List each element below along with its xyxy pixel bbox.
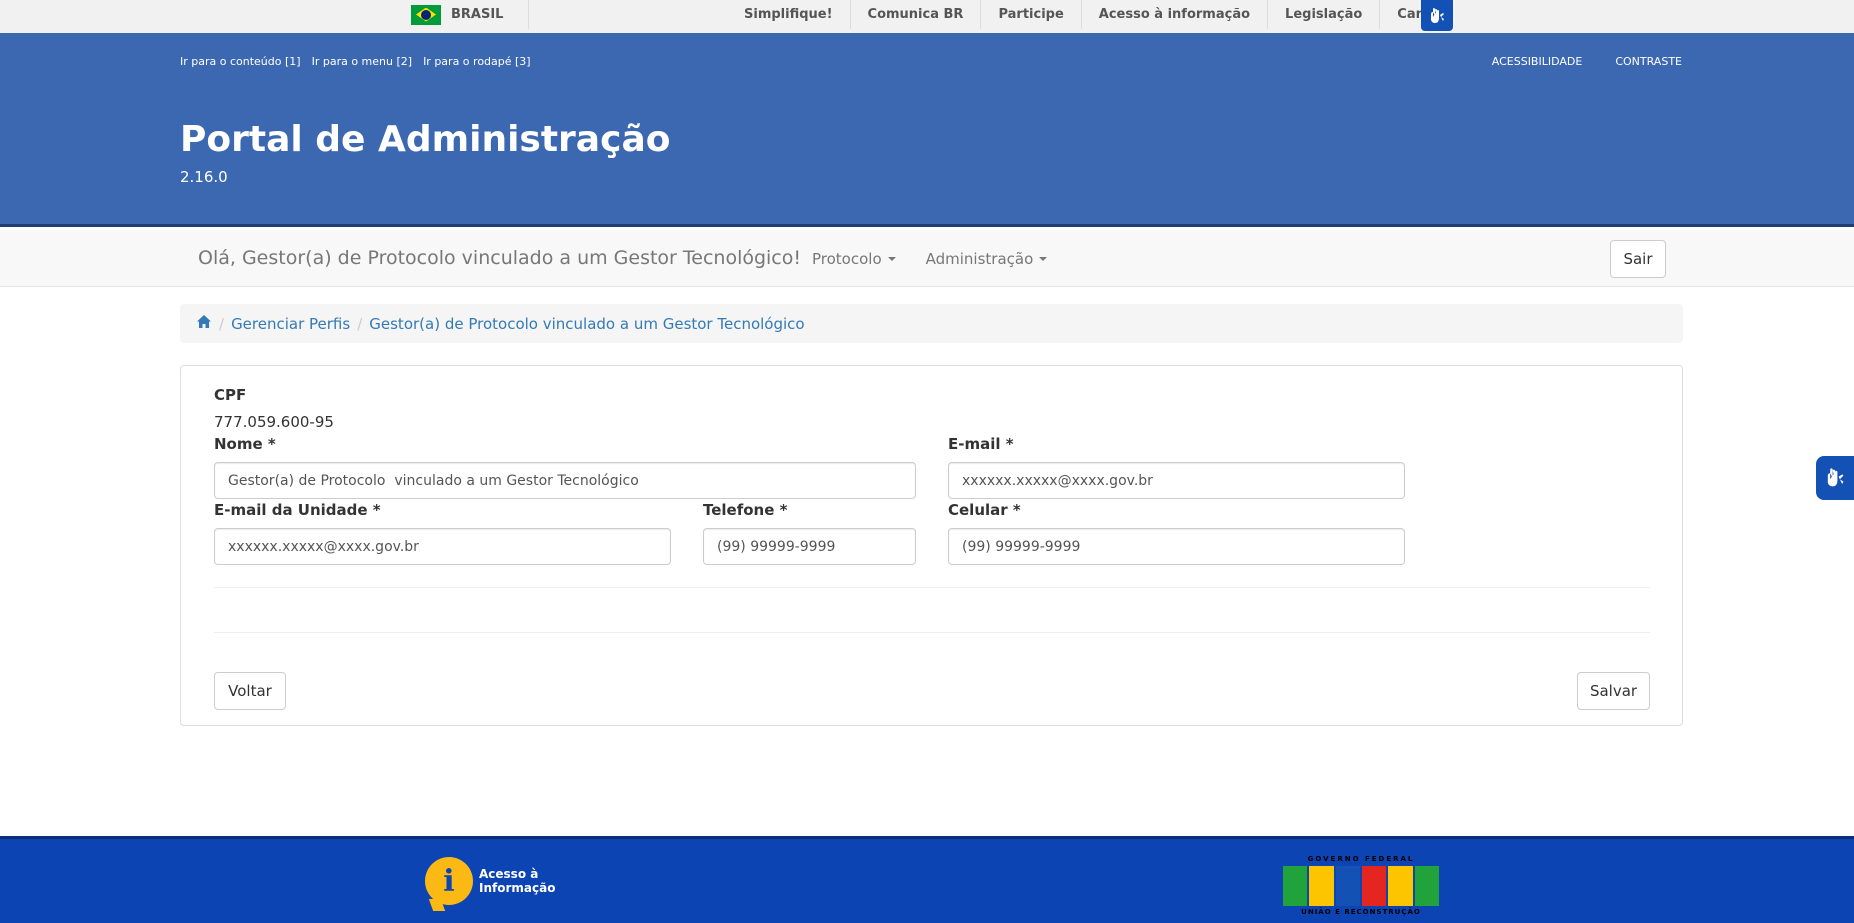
nome-label: Nome * <box>214 435 276 453</box>
gov-brasil-logo: GOVERNO FEDERAL UNIÃO E RECONSTRUÇÃO <box>1283 855 1439 923</box>
contrast-link[interactable]: CONTRASTE <box>1615 55 1682 68</box>
gov-brasil-link[interactable]: BRASIL <box>411 0 529 29</box>
site-footer: i Acesso à Informação GOVERNO FEDERAL UN… <box>0 836 1854 923</box>
gov-link-legislacao[interactable]: Legislação <box>1267 0 1379 29</box>
accessibility-links: ACESSIBILIDADE CONTRASTE <box>1492 55 1682 68</box>
accessibility-link[interactable]: ACESSIBILIDADE <box>1492 55 1583 68</box>
gov-top-bar: BRASIL Simplifique! Comunica BR Particip… <box>0 0 1854 33</box>
info-icon: i <box>425 857 473 905</box>
vlibras-hands-icon[interactable] <box>1421 0 1453 31</box>
email-unidade-label: E-mail da Unidade * <box>214 501 381 519</box>
skip-to-menu-link[interactable]: Ir para o menu [2] <box>312 55 412 68</box>
cpf-value: 777.059.600-95 <box>214 413 334 431</box>
divider <box>214 632 1650 633</box>
skip-links: Ir para o conteúdo [1] Ir para o menu [2… <box>180 55 531 68</box>
home-icon[interactable] <box>196 314 212 333</box>
menu-protocolo[interactable]: Protocolo <box>797 230 911 287</box>
breadcrumb-separator: / <box>219 314 225 333</box>
gov-links: Simplifique! Comunica BR Participe Acess… <box>727 0 1463 29</box>
profile-form-panel: CPF 777.059.600-95 Nome * E-mail * E-mai… <box>180 365 1683 726</box>
logout-button[interactable]: Sair <box>1610 240 1666 278</box>
nome-input[interactable] <box>214 462 916 499</box>
main-menu: Protocolo Administração <box>797 230 1062 287</box>
skip-to-footer-link[interactable]: Ir para o rodapé [3] <box>423 55 531 68</box>
caret-down-icon <box>1039 256 1048 261</box>
acesso-informacao-text: Acesso à Informação <box>479 867 555 895</box>
gov-link-comunica-br[interactable]: Comunica BR <box>849 0 981 29</box>
celular-label: Celular * <box>948 501 1021 519</box>
email-label: E-mail * <box>948 435 1014 453</box>
main-navbar: Olá, Gestor(a) de Protocolo vinculado a … <box>0 230 1854 287</box>
divider <box>214 587 1650 588</box>
site-header: Ir para o conteúdo [1] Ir para o menu [2… <box>0 33 1854 227</box>
skip-to-content-link[interactable]: Ir para o conteúdo [1] <box>180 55 301 68</box>
celular-input[interactable] <box>948 528 1405 565</box>
gov-brasil-label: BRASIL <box>451 7 504 22</box>
breadcrumb-current-profile[interactable]: Gestor(a) de Protocolo vinculado a um Ge… <box>369 315 804 333</box>
email-input[interactable] <box>948 462 1405 499</box>
acesso-informacao-line1: Acesso à <box>479 867 539 881</box>
back-button[interactable]: Voltar <box>214 672 286 710</box>
brazil-flag-icon <box>411 4 441 25</box>
user-greeting: Olá, Gestor(a) de Protocolo vinculado a … <box>198 247 801 269</box>
site-title: Portal de Administração <box>180 119 671 160</box>
vlibras-hands-icon[interactable] <box>1816 456 1854 500</box>
save-button[interactable]: Salvar <box>1577 672 1650 710</box>
gov-link-acesso-informacao[interactable]: Acesso à informação <box>1080 0 1267 29</box>
caret-down-icon <box>887 256 896 261</box>
breadcrumb-gerenciar-perfis[interactable]: Gerenciar Perfis <box>231 315 350 333</box>
gov-link-participe[interactable]: Participe <box>980 0 1080 29</box>
cpf-label: CPF <box>214 386 247 404</box>
gov-logo-top-text: GOVERNO FEDERAL <box>1307 855 1415 863</box>
acesso-informacao-line2: Informação <box>479 881 556 895</box>
menu-administracao[interactable]: Administração <box>911 230 1063 287</box>
acesso-informacao-logo[interactable]: i Acesso à Informação <box>425 857 555 905</box>
telefone-label: Telefone * <box>703 501 788 519</box>
menu-protocolo-label: Protocolo <box>812 249 882 268</box>
site-version: 2.16.0 <box>180 168 228 186</box>
gov-logo-word <box>1283 866 1439 906</box>
email-unidade-input[interactable] <box>214 528 671 565</box>
telefone-input[interactable] <box>703 528 916 565</box>
menu-administracao-label: Administração <box>925 249 1034 268</box>
gov-link-simplifique[interactable]: Simplifique! <box>727 0 850 29</box>
breadcrumb-separator: / <box>357 314 363 333</box>
breadcrumb: / Gerenciar Perfis / Gestor(a) de Protoc… <box>180 304 1683 343</box>
gov-logo-bottom-text: UNIÃO E RECONSTRUÇÃO <box>1301 908 1421 916</box>
